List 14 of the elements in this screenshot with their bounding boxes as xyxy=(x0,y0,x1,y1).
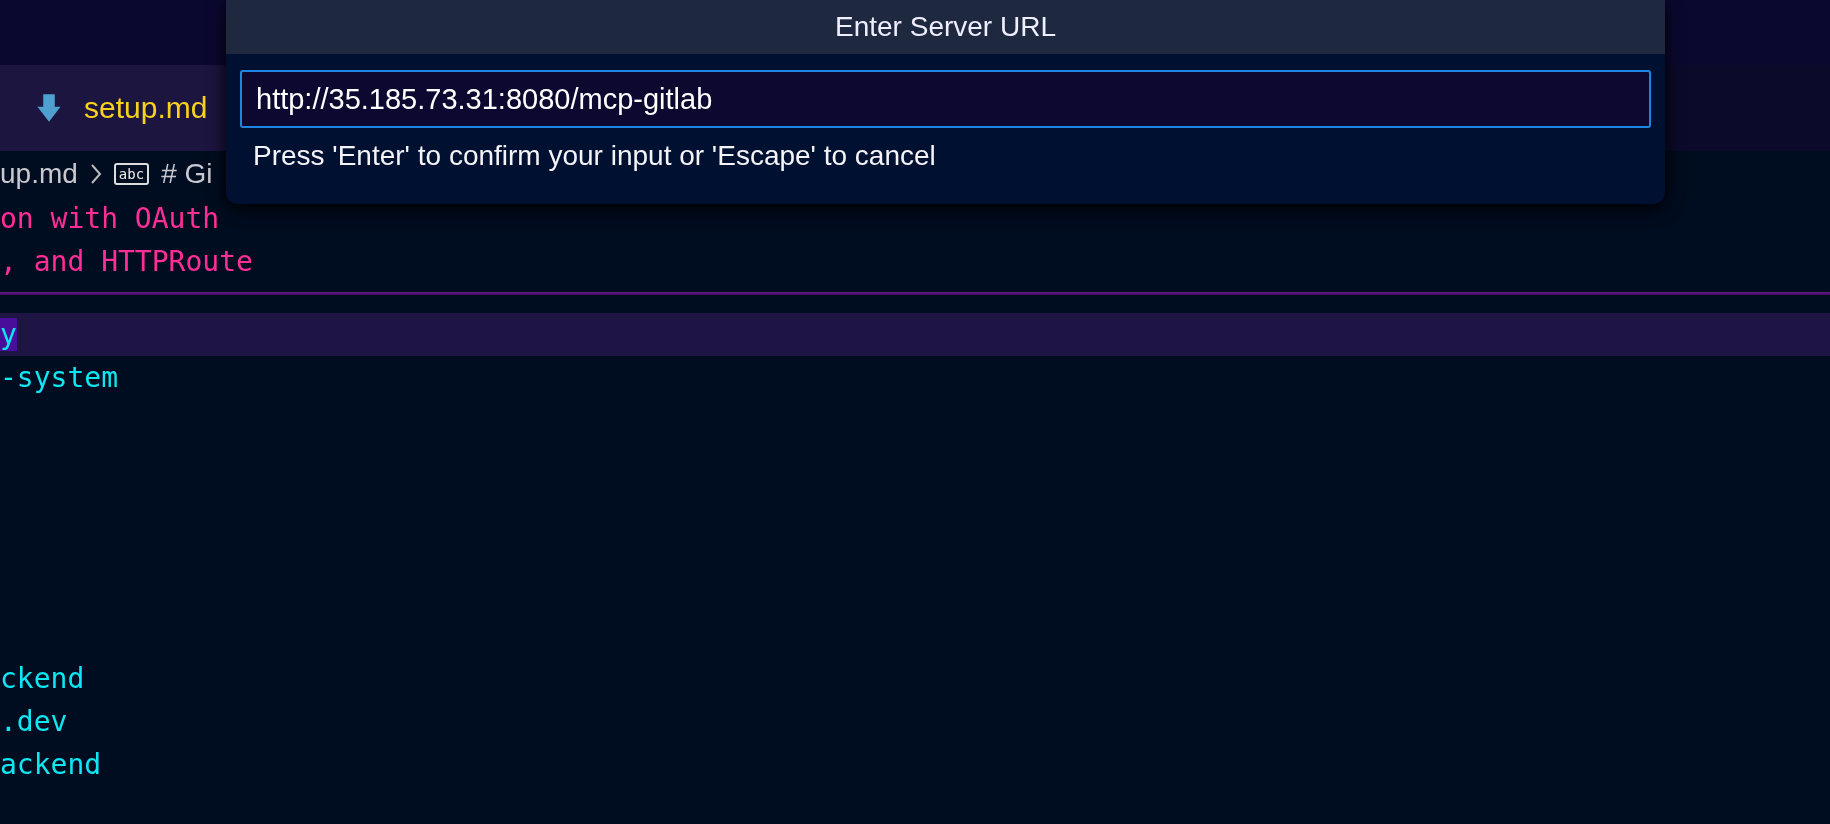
code-line: ackend xyxy=(0,748,102,781)
string-symbol-icon: abc xyxy=(113,163,150,185)
breadcrumb-item[interactable]: # Gi xyxy=(161,158,213,190)
code-line: , and HTTPRoute xyxy=(0,245,253,278)
down-arrow-icon xyxy=(36,93,62,123)
hint-text: Press 'Enter' to confirm your input or 'Escape' to cancel xyxy=(253,140,937,172)
chevron-right-icon xyxy=(89,163,102,185)
code-line: ckend xyxy=(0,662,85,695)
code-line: .dev xyxy=(0,705,68,738)
dialog-title: Enter Server URL xyxy=(226,0,1665,54)
code-line: on with OAuth xyxy=(0,202,220,235)
code-line: -system xyxy=(0,361,118,394)
breadcrumb-item[interactable]: up.md xyxy=(0,158,78,190)
url-input-field[interactable]: http://35.185.73.31:8080/mcp-gitlab xyxy=(240,70,1651,128)
